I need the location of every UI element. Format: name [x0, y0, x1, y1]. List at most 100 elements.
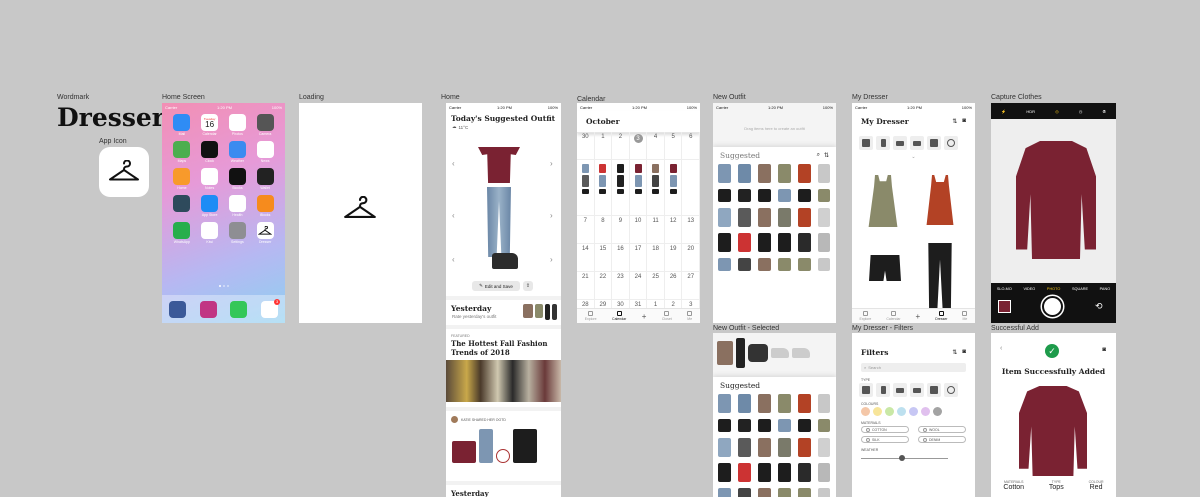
- type-dress-button[interactable]: [927, 383, 941, 397]
- calendar-day[interactable]: 2: [612, 132, 630, 159]
- app-calendar[interactable]: Tuesday 16 Calendar: [201, 114, 219, 136]
- calendar-day[interactable]: [682, 160, 700, 215]
- tab-dresser[interactable]: Dresser: [935, 311, 947, 321]
- clothing-item[interactable]: [718, 208, 732, 227]
- camera-mode-photo[interactable]: PHOTO: [1047, 287, 1060, 291]
- clothing-item[interactable]: [818, 394, 831, 413]
- olive-tank-item[interactable]: [868, 175, 898, 227]
- app-stocks[interactable]: Stocks: [228, 168, 246, 190]
- clothing-item[interactable]: [777, 463, 791, 482]
- app-home[interactable]: Home: [173, 168, 191, 190]
- type-shoes-button[interactable]: [893, 136, 907, 150]
- calendar-day[interactable]: 11: [647, 216, 665, 243]
- app-wallet[interactable]: Wallet: [256, 168, 274, 190]
- camera-icon[interactable]: ◙: [1102, 347, 1106, 353]
- clothing-item[interactable]: [738, 419, 752, 432]
- calendar-day[interactable]: 24: [630, 272, 648, 299]
- type-dress-button[interactable]: [927, 136, 941, 150]
- clothing-item[interactable]: [758, 189, 772, 202]
- clothing-item[interactable]: [818, 488, 831, 497]
- app-photos[interactable]: Photos: [228, 114, 246, 136]
- clothing-item[interactable]: [718, 463, 732, 482]
- calendar-day[interactable]: 5: [665, 132, 683, 159]
- edit-save-button[interactable]: ✎ Edit and Save: [472, 281, 520, 291]
- type-tshirt-button[interactable]: [859, 383, 873, 397]
- app-notes[interactable]: Notes: [201, 168, 219, 190]
- clothing-item[interactable]: [797, 189, 811, 202]
- camera-mode-slo-mo[interactable]: SLO-MO: [997, 287, 1012, 291]
- calendar-day[interactable]: [647, 160, 665, 215]
- clothing-item[interactable]: [758, 419, 772, 432]
- flip-camera-icon[interactable]: ⟲: [1095, 301, 1103, 312]
- calendar-day[interactable]: 18: [647, 244, 665, 271]
- calendar-day[interactable]: 19: [665, 244, 683, 271]
- clothing-item[interactable]: [797, 419, 811, 432]
- camera-mode-pano[interactable]: PANO: [1100, 287, 1110, 291]
- clothing-item[interactable]: [818, 189, 831, 202]
- top-item[interactable]: [478, 147, 520, 183]
- clothing-item[interactable]: [797, 438, 811, 457]
- colour-swatch[interactable]: [885, 407, 894, 416]
- sort-icon[interactable]: ⇅: [952, 349, 957, 356]
- colour-swatch[interactable]: [909, 407, 918, 416]
- hdr-toggle[interactable]: HDR: [1026, 109, 1035, 114]
- clothing-item[interactable]: [738, 208, 752, 227]
- search-input[interactable]: ⌕ Search: [861, 363, 966, 372]
- colour-swatch[interactable]: [861, 407, 870, 416]
- clothing-item[interactable]: [818, 233, 831, 252]
- featured-card[interactable]: FEATURED The Hottest Fall Fashion Trends…: [446, 329, 561, 407]
- clothing-item[interactable]: [718, 189, 732, 202]
- type-sneakers-button[interactable]: [910, 383, 924, 397]
- clothing-item[interactable]: [777, 208, 791, 227]
- type-tshirt-button[interactable]: [859, 136, 873, 150]
- calendar-day[interactable]: 22: [595, 272, 613, 299]
- clothing-item[interactable]: [818, 419, 831, 432]
- clothing-item[interactable]: [758, 258, 772, 271]
- clothing-item[interactable]: [818, 258, 831, 271]
- tab-closet[interactable]: Closet: [662, 311, 672, 321]
- tab-add[interactable]: +: [642, 312, 647, 321]
- clothing-item[interactable]: [777, 488, 791, 497]
- clothing-item[interactable]: [758, 208, 772, 227]
- clothing-item[interactable]: [797, 233, 811, 252]
- black-pants-item[interactable]: [928, 243, 952, 309]
- chevron-down-icon[interactable]: ⌄: [852, 154, 975, 160]
- clothing-item[interactable]: [818, 164, 831, 183]
- material-chip-silk[interactable]: SILK: [861, 436, 909, 443]
- clothing-item[interactable]: [718, 394, 732, 413]
- back-icon[interactable]: ‹: [1000, 345, 1002, 352]
- instagram-icon[interactable]: [199, 300, 217, 318]
- app-weather[interactable]: Weather: [228, 141, 246, 163]
- sort-icon[interactable]: ⇅: [824, 152, 829, 159]
- clothing-item[interactable]: [738, 233, 752, 252]
- clothing-item[interactable]: [777, 189, 791, 202]
- type-pants-button[interactable]: [876, 383, 890, 397]
- clothing-item[interactable]: [758, 463, 772, 482]
- clothing-item[interactable]: [777, 419, 791, 432]
- app-app-store[interactable]: App Store: [201, 195, 219, 217]
- messages-icon[interactable]: [230, 300, 248, 318]
- camera-icon[interactable]: ◙: [962, 349, 966, 356]
- calendar-day[interactable]: 14: [577, 244, 595, 271]
- tab-calendar[interactable]: Calendar: [612, 311, 626, 321]
- next-arrow-bottom[interactable]: ›: [550, 255, 553, 264]
- weather-slider[interactable]: [861, 455, 966, 461]
- shared-outfit-card[interactable]: KATIE SHARED HER OOTD: [446, 411, 561, 481]
- calendar-day[interactable]: 15: [595, 244, 613, 271]
- app-maps[interactable]: Maps: [173, 141, 191, 163]
- clothing-item[interactable]: [777, 394, 791, 413]
- facebook-icon[interactable]: [168, 300, 186, 318]
- boots-item[interactable]: [492, 253, 518, 269]
- tab-calendar[interactable]: Calendar: [886, 311, 901, 321]
- tab-me[interactable]: Me: [687, 311, 693, 321]
- clothing-item[interactable]: [738, 258, 752, 271]
- calendar-day[interactable]: 17: [630, 244, 648, 271]
- type-sneakers-button[interactable]: [910, 136, 924, 150]
- clothing-item[interactable]: [738, 463, 752, 482]
- prev-arrow-mid[interactable]: ‹: [452, 211, 455, 220]
- next-arrow-mid[interactable]: ›: [550, 211, 553, 220]
- calendar-day[interactable]: [595, 160, 613, 215]
- calendar-day[interactable]: 30: [577, 132, 595, 159]
- clothing-item[interactable]: [718, 488, 732, 497]
- type-bag-button[interactable]: [944, 383, 958, 397]
